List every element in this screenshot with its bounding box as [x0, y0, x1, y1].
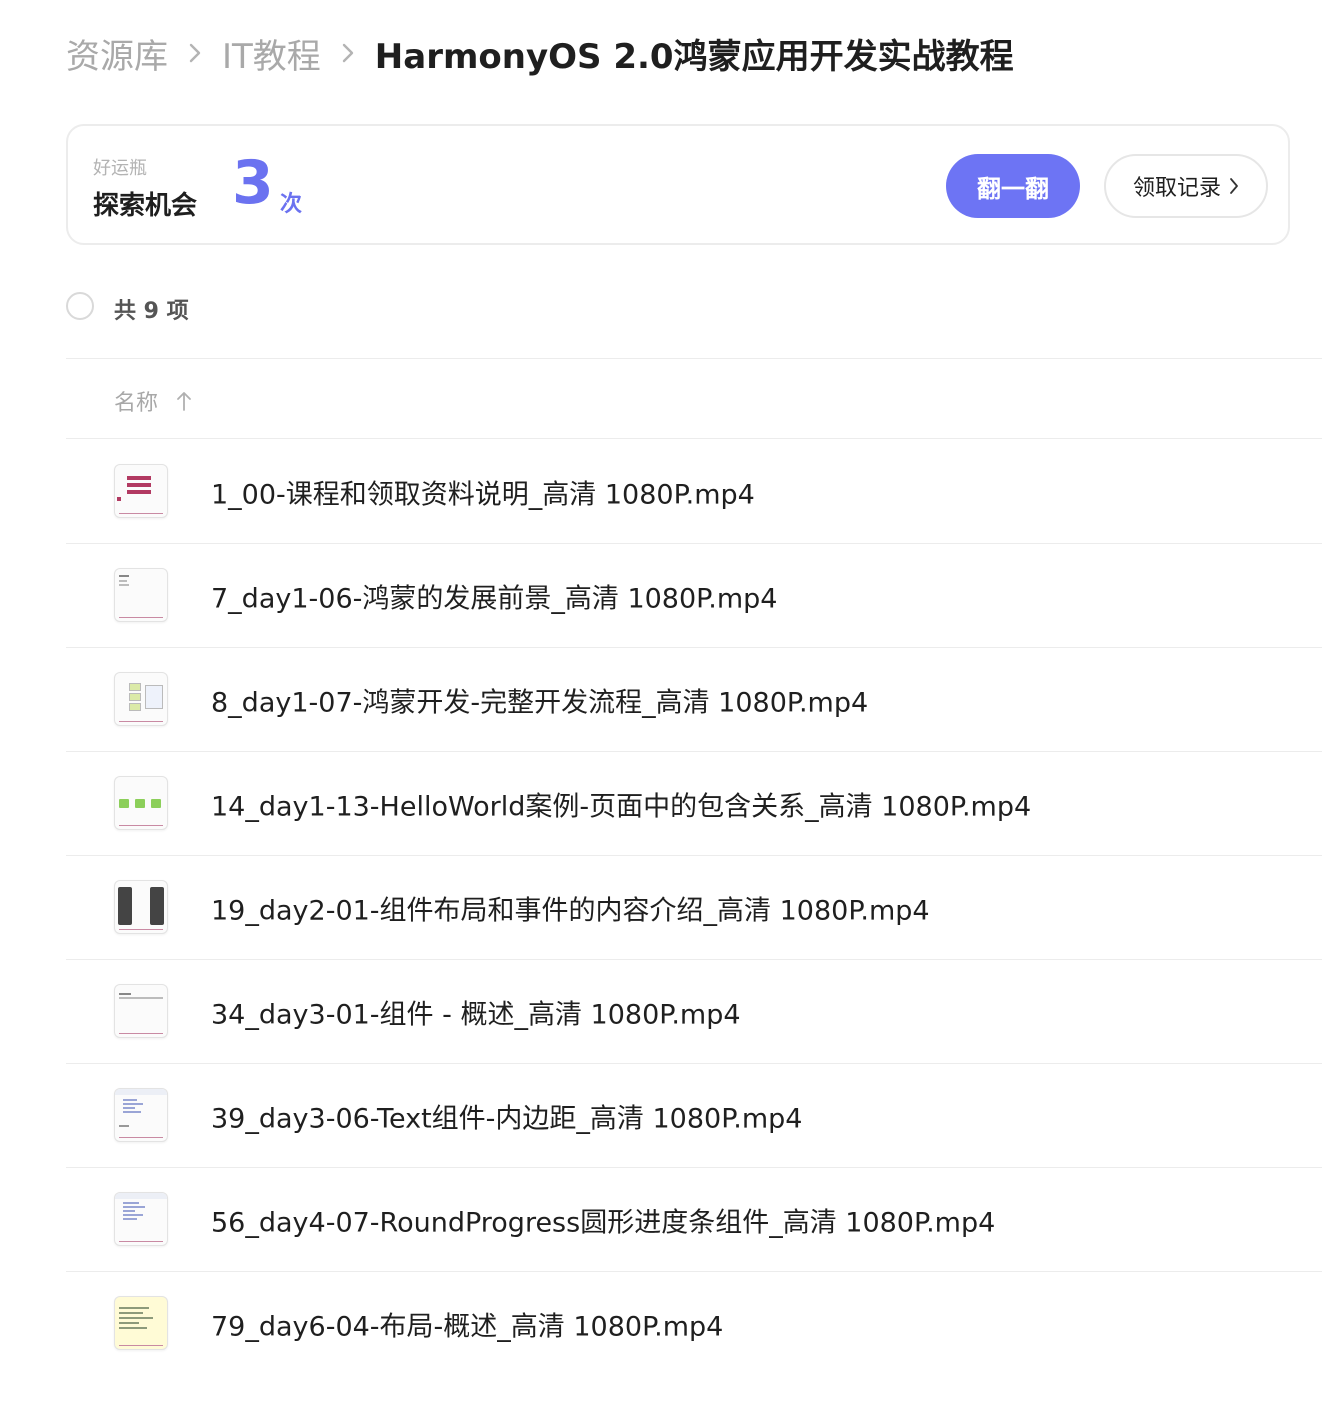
video-thumbnail-icon — [114, 1088, 168, 1142]
file-name: 56_day4-07-RoundProgress圆形进度条组件_高清 1080P… — [211, 1207, 996, 1238]
file-row[interactable]: 79_day6-04-布局-概述_高清 1080P.mp4 — [66, 1272, 1322, 1376]
file-row[interactable]: 8_day1-07-鸿蒙开发-完整开发流程_高清 1080P.mp4 — [66, 648, 1322, 752]
video-thumbnail-icon — [114, 568, 168, 622]
video-thumbnail-icon — [114, 776, 168, 830]
chevron-right-icon — [341, 42, 355, 64]
total-count: 共 9 项 — [114, 299, 189, 324]
select-all-checkbox[interactable] — [66, 292, 94, 320]
claim-record-button[interactable]: 领取记录 — [1104, 154, 1268, 218]
video-thumbnail-icon — [114, 1192, 168, 1246]
video-thumbnail-icon — [114, 464, 168, 518]
file-row[interactable]: 56_day4-07-RoundProgress圆形进度条组件_高清 1080P… — [66, 1168, 1322, 1272]
file-name: 7_day1-06-鸿蒙的发展前景_高清 1080P.mp4 — [211, 583, 778, 614]
arrow-up-icon[interactable] — [176, 390, 192, 412]
video-thumbnail-icon — [114, 672, 168, 726]
file-name: 79_day6-04-布局-概述_高清 1080P.mp4 — [211, 1311, 724, 1343]
file-row[interactable]: 7_day1-06-鸿蒙的发展前景_高清 1080P.mp4 — [66, 544, 1322, 648]
lucky-bottle-label: 好运瓶 — [93, 158, 147, 179]
flip-button[interactable]: 翻一翻 — [946, 154, 1080, 218]
file-name: 8_day1-07-鸿蒙开发-完整开发流程_高清 1080P.mp4 — [211, 687, 869, 718]
lucky-bottle-card: 好运瓶 探索机会 3 次 翻一翻 领取记录 — [66, 124, 1290, 245]
explore-chances-label: 探索机会 — [93, 191, 198, 221]
video-thumbnail-icon — [114, 1296, 168, 1350]
chevron-right-icon — [1229, 177, 1239, 195]
file-name: 14_day1-13-HelloWorld案例-页面中的包含关系_高清 1080… — [211, 791, 1032, 822]
file-row[interactable]: 14_day1-13-HelloWorld案例-页面中的包含关系_高清 1080… — [66, 752, 1322, 856]
file-row[interactable]: 19_day2-01-组件布局和事件的内容介绍_高清 1080P.mp4 — [66, 856, 1322, 960]
file-name: 34_day3-01-组件 - 概述_高清 1080P.mp4 — [211, 999, 741, 1030]
file-name: 19_day2-01-组件布局和事件的内容介绍_高清 1080P.mp4 — [211, 895, 930, 926]
breadcrumb-item-it-tutorials[interactable]: IT教程 — [222, 29, 321, 78]
chevron-right-icon — [188, 42, 202, 64]
breadcrumb: 资源库 IT教程 HarmonyOS 2.0鸿蒙应用开发实战教程 — [66, 28, 1014, 78]
divider — [66, 438, 1322, 439]
file-name: 1_00-课程和领取资料说明_高清 1080P.mp4 — [211, 479, 755, 510]
file-row[interactable]: 39_day3-06-Text组件-内边距_高清 1080P.mp4 — [66, 1064, 1322, 1168]
column-header-name[interactable]: 名称 — [114, 385, 192, 417]
video-thumbnail-icon — [114, 880, 168, 934]
file-row[interactable]: 1_00-课程和领取资料说明_高清 1080P.mp4 — [66, 440, 1322, 544]
chance-count-unit: 次 — [280, 192, 303, 217]
column-header-label: 名称 — [114, 391, 159, 416]
file-name: 39_day3-06-Text组件-内边距_高清 1080P.mp4 — [211, 1103, 803, 1134]
file-row[interactable]: 34_day3-01-组件 - 概述_高清 1080P.mp4 — [66, 960, 1322, 1064]
claim-record-label: 领取记录 — [1132, 176, 1221, 201]
file-list: 1_00-课程和领取资料说明_高清 1080P.mp4 7_day1-06-鸿蒙… — [66, 440, 1322, 1376]
chance-count: 3 — [232, 148, 274, 218]
video-thumbnail-icon — [114, 984, 168, 1038]
page-title: HarmonyOS 2.0鸿蒙应用开发实战教程 — [374, 36, 1014, 77]
breadcrumb-item-resource-library[interactable]: 资源库 — [66, 29, 168, 78]
divider — [66, 358, 1322, 359]
